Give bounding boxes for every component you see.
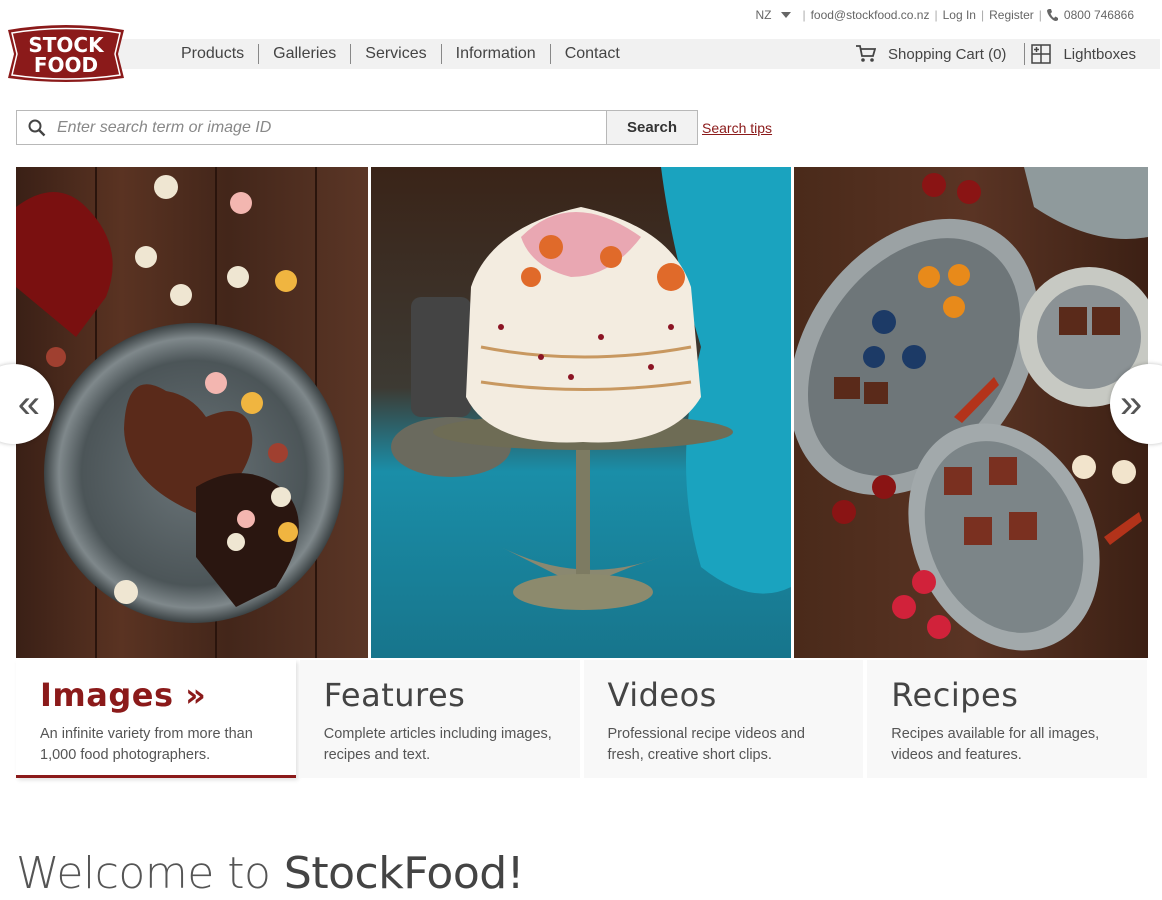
tab-features-text: Complete articles including images, reci… — [323, 726, 552, 763]
chevrons-right-icon: » — [1120, 381, 1143, 426]
nav-products[interactable]: Products — [167, 45, 258, 63]
divider: | — [934, 8, 938, 22]
tab-videos-text: Professional recipe videos and fresh, cr… — [607, 726, 805, 763]
right-nav: Shopping Cart (0) Lightboxes — [856, 39, 1136, 69]
divider — [1024, 43, 1026, 65]
stockfood-logo[interactable]: STOCK FOOD — [6, 24, 126, 84]
hero-image-chocolate-hearts[interactable] — [16, 167, 368, 658]
tab-recipes-title: Recipes — [891, 676, 1019, 714]
chevrons-left-icon: « — [17, 381, 40, 426]
shopping-cart-icon[interactable] — [856, 45, 877, 63]
nav-services[interactable]: Services — [351, 45, 440, 63]
nav-information[interactable]: Information — [442, 45, 550, 63]
divider: | — [980, 8, 985, 22]
tab-images-text: An infinite variety from more than 1,000… — [40, 726, 253, 763]
phone-number[interactable]: 0800 746866 — [1064, 8, 1134, 22]
welcome-brand: StockFood! — [283, 848, 524, 899]
divider: | — [802, 8, 806, 22]
tab-images[interactable]: Images » An infinite variety from more t… — [16, 660, 296, 778]
tab-features[interactable]: Features Complete articles including ima… — [299, 660, 580, 778]
tab-features-title: Features — [323, 676, 466, 714]
welcome-heading: Welcome to StockFood! — [16, 848, 524, 899]
shopping-cart-link[interactable]: Shopping Cart (0) — [888, 46, 1006, 63]
register-link[interactable]: Register — [989, 8, 1034, 22]
category-tabs: Images » An infinite variety from more t… — [16, 660, 1147, 778]
tab-recipes-text: Recipes available for all images, videos… — [891, 726, 1100, 763]
utility-bar: NZ | food@stockfood.co.nz | Log In | Reg… — [755, 6, 1134, 24]
nav-contact[interactable]: Contact — [551, 45, 634, 63]
main-nav: Products Galleries Services Information … — [167, 39, 634, 69]
lightboxes-link[interactable]: Lightboxes — [1063, 46, 1136, 63]
email-link[interactable]: food@stockfood.co.nz — [811, 8, 930, 22]
hero-image-pavlova[interactable] — [371, 167, 791, 658]
divider: | — [1038, 8, 1042, 22]
login-link[interactable]: Log In — [943, 8, 976, 22]
country-select[interactable]: NZ — [755, 8, 771, 22]
welcome-prefix: Welcome to — [16, 848, 284, 899]
tab-videos-title: Videos — [607, 676, 717, 714]
chevron-down-icon[interactable] — [781, 12, 792, 18]
tab-recipes[interactable]: Recipes Recipes available for all images… — [867, 660, 1147, 778]
logo-line2: FOOD — [34, 53, 98, 77]
tab-images-title: Images » — [40, 676, 207, 714]
search-bar: Search — [16, 110, 698, 145]
search-tips-link[interactable]: Search tips — [702, 120, 772, 136]
phone-icon — [1046, 8, 1058, 21]
tab-videos[interactable]: Videos Professional recipe videos and fr… — [583, 660, 864, 778]
nav-galleries[interactable]: Galleries — [259, 45, 350, 63]
search-input[interactable] — [57, 111, 606, 144]
search-icon — [17, 111, 57, 144]
hero-image-chocolate-trays[interactable] — [794, 167, 1148, 658]
lightbox-grid-icon[interactable] — [1031, 44, 1052, 64]
search-button[interactable]: Search — [606, 111, 697, 144]
